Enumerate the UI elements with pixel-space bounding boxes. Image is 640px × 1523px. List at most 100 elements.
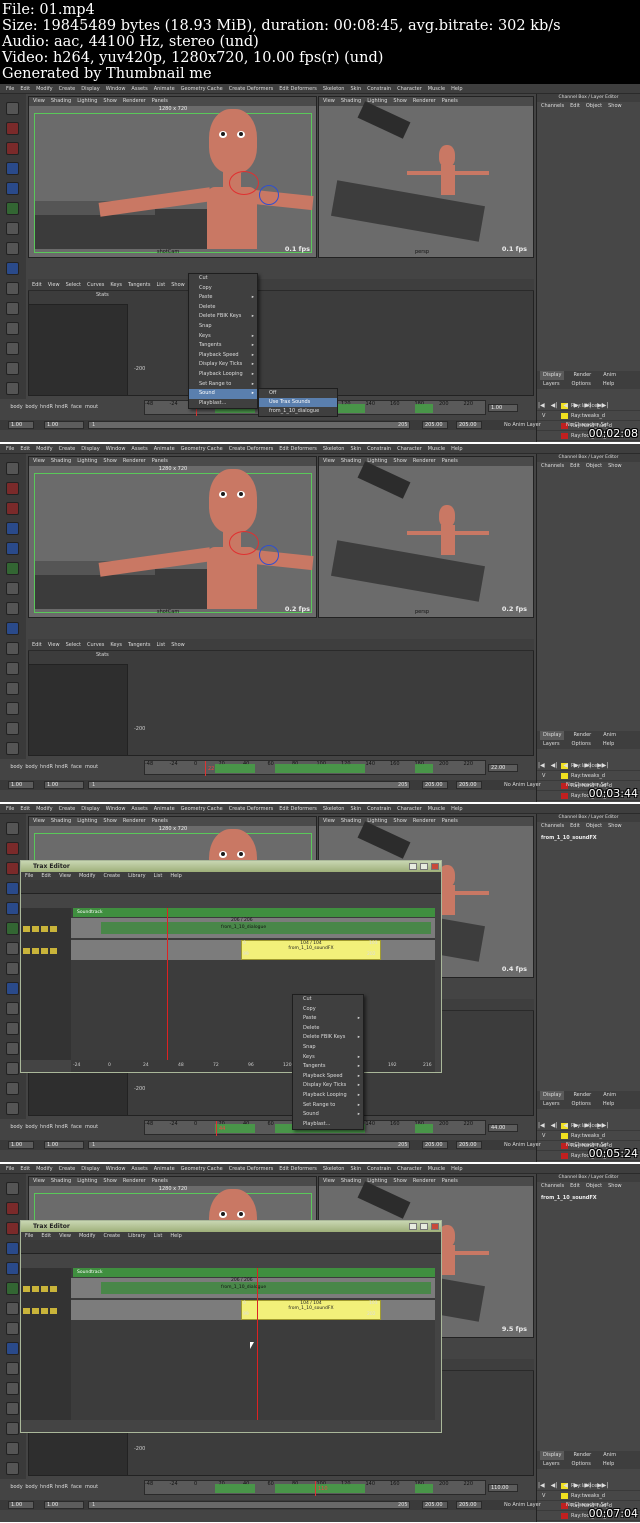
layer-visibility-toggle[interactable]: V — [542, 801, 545, 802]
channel-menu-edit[interactable]: Edit — [570, 823, 580, 829]
trax-menu-library[interactable]: Library — [128, 1233, 145, 1239]
cube-icon[interactable] — [6, 282, 19, 295]
viewport-menu-renderer[interactable]: Renderer — [413, 458, 436, 464]
viewport-menu-show[interactable]: Show — [103, 98, 117, 104]
menu-geometry-cache[interactable]: Geometry Cache — [181, 804, 223, 814]
layer-tab-anim[interactable]: Anim — [600, 371, 619, 380]
step-forward-key-icon[interactable]: ▶| — [585, 402, 592, 409]
step-forward-key-icon[interactable]: ▶| — [585, 1482, 592, 1489]
viewport-menu-view[interactable]: View — [33, 1178, 45, 1184]
pose-button[interactable]: mout — [85, 1484, 98, 1490]
cube-icon[interactable] — [6, 642, 19, 655]
layer-menu-options[interactable]: Options — [569, 1100, 594, 1109]
pose-button[interactable]: hndR — [40, 1484, 53, 1490]
menu-skin[interactable]: Skin — [350, 804, 361, 814]
go-to-start-icon[interactable]: |◀ — [538, 1122, 545, 1129]
viewport-persp[interactable]: ViewShadingLightingShowRendererPanelsper… — [318, 456, 534, 618]
viewport-menu-lighting[interactable]: Lighting — [77, 98, 97, 104]
minimize-button[interactable] — [409, 863, 417, 870]
layout-four-icon[interactable] — [6, 682, 19, 695]
menu-window[interactable]: Window — [106, 444, 126, 454]
context-item-delete[interactable]: Delete — [293, 1024, 363, 1034]
graph-menu-list[interactable]: List — [156, 282, 165, 288]
trax-menu-list[interactable]: List — [154, 873, 163, 879]
menu-create[interactable]: Create — [59, 444, 76, 454]
viewport-menu-renderer[interactable]: Renderer — [123, 1178, 146, 1184]
channel-menu-show[interactable]: Show — [608, 103, 622, 109]
layout-outliner-icon[interactable] — [6, 382, 19, 395]
graph-outliner[interactable] — [28, 664, 128, 756]
viewport-menu-show[interactable]: Show — [393, 98, 407, 104]
pose-button[interactable]: body — [10, 764, 23, 770]
pose-button[interactable]: body — [25, 764, 38, 770]
paint-tool-icon[interactable] — [6, 142, 19, 155]
scale-tool-icon[interactable] — [6, 922, 19, 935]
context-item-display-key-ticks[interactable]: Display Key Ticks ▸ — [189, 360, 257, 370]
step-back-key-icon[interactable]: ◀| — [551, 1122, 558, 1129]
context-item-playblast[interactable]: Playblast... — [189, 399, 257, 409]
menu-window[interactable]: Window — [106, 1164, 126, 1174]
viewport-menu-panels[interactable]: Panels — [442, 98, 458, 104]
viewport-shotcam[interactable]: View Shading Lighting Show Renderer Panels 128… — [28, 456, 317, 618]
menu-help[interactable]: Help — [451, 444, 462, 454]
last-tool-icon[interactable] — [6, 602, 19, 615]
graph-menu-curves[interactable]: Curves — [87, 282, 104, 288]
minimize-button[interactable] — [409, 1223, 417, 1230]
paint-tool-icon[interactable] — [6, 502, 19, 515]
menu-display[interactable]: Display — [81, 444, 99, 454]
track-control-row[interactable] — [23, 1286, 69, 1294]
current-frame-field[interactable]: 1.00 — [488, 404, 518, 412]
menu-muscle[interactable]: Muscle — [428, 84, 445, 94]
go-to-end-icon[interactable]: ▶▶| — [597, 1122, 608, 1129]
play-forward-icon[interactable]: ▶ — [574, 1122, 579, 1129]
pose-button[interactable]: hndR — [55, 1124, 68, 1130]
range-start-inner-field[interactable]: 1.00 — [44, 781, 84, 789]
menu-display[interactable]: Display — [81, 804, 99, 814]
range-end-field[interactable]: 205.00 — [422, 421, 448, 429]
graph-outliner[interactable] — [28, 304, 128, 396]
range-start-inner-field[interactable]: 1.00 — [44, 1141, 84, 1149]
move-tool-icon[interactable] — [6, 162, 19, 175]
layout-four-icon[interactable] — [6, 322, 19, 335]
menu-animate[interactable]: Animate — [154, 444, 175, 454]
layer-menu-help[interactable]: Help — [600, 740, 617, 749]
layer-visibility-toggle[interactable]: V — [542, 771, 545, 781]
menu-display[interactable]: Display — [81, 1164, 99, 1174]
trax-menu-edit[interactable]: Edit — [41, 1233, 51, 1239]
graph-menu-edit[interactable]: Edit — [32, 282, 42, 288]
graph-menu-select[interactable]: Select — [66, 642, 81, 648]
sphere-icon[interactable] — [6, 982, 19, 995]
menu-help[interactable]: Help — [451, 1164, 462, 1174]
trax-menu-file[interactable]: File — [25, 1233, 33, 1239]
play-forward-icon[interactable]: ▶ — [574, 762, 579, 769]
context-item-tangents[interactable]: Tangents ▸ — [293, 1062, 363, 1072]
viewport-menu-lighting[interactable]: Lighting — [77, 458, 97, 464]
pose-button[interactable]: hndR — [40, 404, 53, 410]
layer-tab-render[interactable]: Render — [570, 371, 594, 380]
menu-animate[interactable]: Animate — [154, 804, 175, 814]
channel-menu-edit[interactable]: Edit — [570, 1183, 580, 1189]
menu-skeleton[interactable]: Skeleton — [323, 1164, 345, 1174]
layer-visibility-toggle[interactable]: V — [542, 1491, 545, 1501]
viewport-menu-panels[interactable]: Panels — [442, 458, 458, 464]
rotate-tool-icon[interactable] — [6, 1262, 19, 1275]
scale-tool-icon[interactable] — [6, 202, 19, 215]
layer-visibility-toggle[interactable]: V — [542, 1161, 545, 1162]
pose-button[interactable]: mout — [85, 404, 98, 410]
channel-menu-object[interactable]: Object — [586, 463, 602, 469]
viewport-menu-view[interactable]: View — [323, 1178, 335, 1184]
pose-button[interactable]: body — [10, 404, 23, 410]
scale-tool-icon[interactable] — [6, 1282, 19, 1295]
viewport-menu-show[interactable]: Show — [103, 1178, 117, 1184]
layout-side-icon[interactable] — [6, 1062, 19, 1075]
menu-edit-deformers[interactable]: Edit Deformers — [279, 444, 317, 454]
context-item-snap[interactable]: Snap — [189, 322, 257, 332]
range-end-outer-field[interactable]: 205.00 — [456, 1501, 482, 1509]
viewport-menu-panels[interactable]: Panels — [152, 98, 168, 104]
menu-create-deformers[interactable]: Create Deformers — [229, 1164, 274, 1174]
go-to-start-icon[interactable]: |◀ — [538, 402, 545, 409]
pose-button[interactable]: hndR — [55, 764, 68, 770]
viewport-menu-panels[interactable]: Panels — [442, 1178, 458, 1184]
menu-assets[interactable]: Assets — [131, 444, 147, 454]
range-slider[interactable] — [88, 421, 410, 429]
